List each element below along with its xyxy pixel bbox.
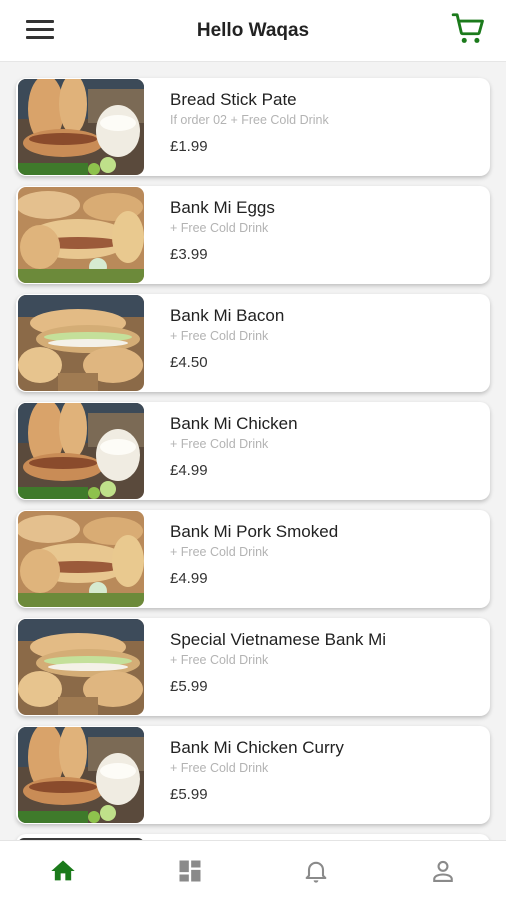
product-price: £1.99 — [170, 138, 208, 155]
product-subtitle: + Free Cold Drink — [170, 221, 269, 235]
menu-icon[interactable] — [26, 20, 54, 40]
product-card[interactable]: Bank Mi Chicken + Free Cold Drink £4.99 — [16, 402, 490, 500]
profile-icon — [432, 860, 453, 882]
product-card[interactable]: Bank Mi Pork Smoked + Free Cold Drink £4… — [16, 510, 490, 608]
product-image — [18, 187, 144, 283]
product-name: Bank Mi Chicken Curry — [170, 738, 344, 757]
product-subtitle: + Free Cold Drink — [170, 653, 269, 667]
nav-notifications[interactable] — [286, 846, 346, 896]
product-card[interactable]: Bank Mi Chicken Curry + Free Cold Drink … — [16, 726, 490, 824]
product-image — [18, 295, 144, 391]
nav-dashboard[interactable] — [160, 846, 220, 896]
product-subtitle: + Free Cold Drink — [170, 761, 269, 775]
page-title: Hello Waqas — [196, 19, 310, 41]
product-price: £5.99 — [170, 678, 208, 695]
product-image — [18, 403, 144, 499]
product-subtitle: + Free Cold Drink — [170, 437, 269, 451]
product-name: Special Vietnamese Bank Mi — [170, 630, 387, 649]
bell-icon — [305, 861, 327, 883]
product-name: Bank Mi Pork Smoked — [170, 522, 339, 541]
product-card[interactable]: Bank Mi Bacon + Free Cold Drink £4.50 — [16, 294, 490, 392]
product-price: £3.99 — [170, 246, 208, 263]
product-price: £5.99 — [170, 786, 208, 803]
product-name: Bread Stick Pate — [170, 90, 297, 109]
product-name: Bank Mi Eggs — [170, 198, 275, 217]
product-price: £4.99 — [170, 570, 208, 587]
bottom-navigation — [0, 840, 506, 900]
dashboard-icon — [179, 860, 201, 881]
product-image — [18, 511, 144, 607]
product-card[interactable]: Bank Mi Eggs + Free Cold Drink £3.99 — [16, 186, 490, 284]
cart-icon[interactable] — [450, 10, 488, 48]
product-subtitle: + Free Cold Drink — [170, 329, 269, 343]
nav-home[interactable] — [33, 846, 93, 896]
nav-profile[interactable] — [413, 846, 473, 896]
product-subtitle: + Free Cold Drink — [170, 545, 269, 559]
product-card[interactable]: Bread Stick Pate If order 02 + Free Cold… — [16, 78, 490, 176]
product-price: £4.50 — [170, 354, 208, 371]
product-image — [18, 619, 144, 715]
product-card[interactable]: Special Vietnamese Bank Mi + Free Cold D… — [16, 618, 490, 716]
product-subtitle: If order 02 + Free Cold Drink — [170, 113, 329, 127]
app-header: Hello Waqas — [0, 0, 506, 62]
product-image — [18, 727, 144, 823]
product-image — [18, 79, 144, 175]
product-price: £4.99 — [170, 462, 208, 479]
product-name: Bank Mi Bacon — [170, 306, 285, 325]
product-name: Bank Mi Chicken — [170, 414, 298, 433]
home-icon — [51, 860, 75, 880]
product-list: Bread Stick Pate If order 02 + Free Cold… — [0, 62, 506, 840]
